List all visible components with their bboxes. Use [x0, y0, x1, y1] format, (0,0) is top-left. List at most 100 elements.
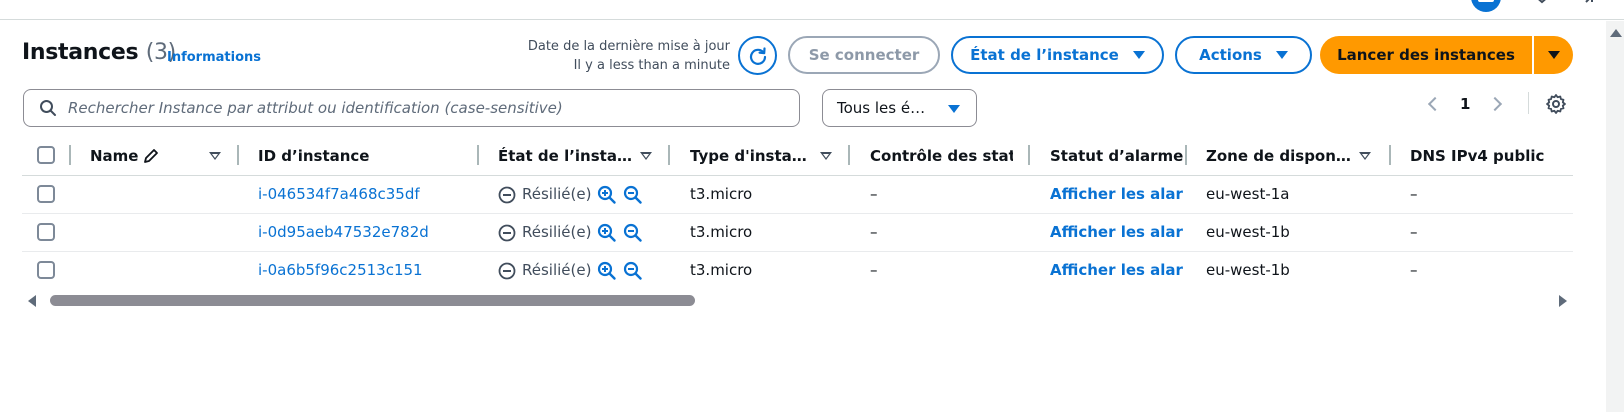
column-divider: [477, 145, 479, 165]
search-input[interactable]: [68, 99, 788, 117]
top-bar: [0, 0, 1624, 20]
title-text: Instances: [22, 40, 139, 65]
cell-type: t3.micro: [690, 223, 753, 241]
actions-button[interactable]: Actions: [1175, 36, 1312, 74]
column-divider: [1389, 145, 1391, 165]
pencil-icon: [144, 149, 158, 163]
minus-circle-icon: [498, 224, 516, 241]
notifications-icon[interactable]: [1470, 0, 1502, 16]
search-icon: [38, 98, 58, 118]
cell-state: Résilié(e): [498, 214, 668, 251]
column-divider: [848, 145, 850, 165]
settings-gear-icon[interactable]: [1545, 93, 1567, 115]
connect-label: Se connecter: [808, 46, 920, 64]
cell-dns: –: [1410, 223, 1418, 241]
last-update-value: Il y a less than a minute: [573, 58, 730, 73]
cell-type: t3.micro: [690, 185, 753, 203]
horizontal-scrollbar[interactable]: [22, 292, 1573, 308]
cell-alarm-link[interactable]: Afficher les alarm: [1050, 252, 1184, 289]
current-page[interactable]: 1: [1460, 95, 1470, 113]
state-filter-value: Tous les é…: [837, 99, 926, 117]
table-row[interactable]: i-0a6b5f96c2513c151 Résilié(e) t3.micro …: [22, 252, 1573, 290]
last-update: Date de la dernière mise à jour Il y a l…: [528, 37, 730, 75]
cell-status-check: –: [870, 261, 878, 279]
info-link[interactable]: Informations: [167, 50, 261, 65]
header-alarm-status[interactable]: Statut d’alarme: [1050, 145, 1184, 167]
zoom-out-icon[interactable]: [623, 223, 643, 243]
column-divider: [1185, 145, 1187, 165]
cell-name: [90, 176, 230, 213]
vertical-scrollbar[interactable]: [1606, 21, 1624, 412]
header-instance-id[interactable]: ID d’instance: [258, 145, 458, 167]
chevron-left-icon[interactable]: [1427, 96, 1443, 112]
row-checkbox[interactable]: [37, 223, 55, 241]
row-checkbox[interactable]: [37, 185, 55, 203]
refresh-icon: [749, 46, 766, 65]
pager-divider: [1528, 92, 1529, 114]
cell-instance-id[interactable]: i-0d95aeb47532e782d: [258, 214, 468, 251]
header-name[interactable]: Name: [90, 145, 146, 167]
cell-instance-id[interactable]: i-046534f7a468c35df: [258, 176, 468, 213]
caret-down-icon: [1547, 51, 1560, 59]
zoom-in-icon[interactable]: [597, 185, 617, 205]
cell-zone: eu-west-1b: [1206, 223, 1290, 241]
instance-state-label: État de l’instance: [970, 46, 1119, 64]
chevron-right-icon[interactable]: [1488, 96, 1503, 112]
search-box: [23, 89, 800, 127]
cell-instance-id[interactable]: i-0a6b5f96c2513c151: [258, 252, 468, 289]
state-text: Résilié(e): [522, 223, 592, 241]
refresh-button[interactable]: [738, 36, 777, 75]
sort-caret-icon[interactable]: [209, 152, 221, 160]
state-text: Résilié(e): [522, 261, 592, 279]
actions-label: Actions: [1199, 46, 1262, 64]
zoom-in-icon[interactable]: [597, 261, 617, 281]
header-availability-zone[interactable]: Zone de dispon…: [1206, 145, 1356, 167]
sort-caret-icon[interactable]: [820, 152, 832, 160]
cell-alarm-link[interactable]: Afficher les alarm: [1050, 176, 1184, 213]
launch-instances-button[interactable]: Lancer des instances: [1320, 36, 1532, 74]
column-divider: [1028, 145, 1030, 165]
scrollbar-thumb[interactable]: [50, 295, 695, 306]
sign-out-icon[interactable]: [1575, 0, 1599, 14]
table-row[interactable]: i-046534f7a468c35df Résilié(e) t3.micro …: [22, 176, 1573, 214]
header-public-dns[interactable]: DNS IPv4 public: [1410, 145, 1570, 167]
last-update-label: Date de la dernière mise à jour: [527, 39, 730, 54]
cell-name: [90, 252, 230, 289]
minus-circle-icon: [498, 262, 516, 279]
cell-name: [90, 214, 230, 251]
connect-button[interactable]: Se connecter: [788, 36, 940, 74]
cell-zone: eu-west-1b: [1206, 261, 1290, 279]
state-filter-select[interactable]: Tous les é…: [822, 89, 977, 127]
launch-dropdown-button[interactable]: [1534, 36, 1573, 74]
row-checkbox[interactable]: [37, 261, 55, 279]
cell-alarm-link[interactable]: Afficher les alarm: [1050, 214, 1184, 251]
cell-state: Résilié(e): [498, 252, 668, 289]
pagination: 1: [1427, 91, 1503, 117]
page-title: Instances (3): [22, 40, 176, 65]
header-status-check[interactable]: Contrôle des statu: [870, 145, 1013, 167]
instance-state-button[interactable]: État de l’instance: [951, 36, 1164, 74]
caret-down-icon: [1275, 51, 1288, 59]
select-all-checkbox[interactable]: [37, 146, 55, 164]
header-instance-type[interactable]: Type d'insta…: [690, 145, 820, 167]
shield-icon[interactable]: [1530, 0, 1554, 14]
cell-status-check: –: [870, 223, 878, 241]
column-divider: [668, 145, 670, 165]
table-row[interactable]: i-0d95aeb47532e782d Résilié(e) t3.micro …: [22, 214, 1573, 252]
sort-caret-icon[interactable]: [640, 152, 652, 160]
zoom-out-icon[interactable]: [623, 185, 643, 205]
scroll-right-icon[interactable]: [1559, 295, 1567, 307]
cell-status-check: –: [870, 185, 878, 203]
header-instance-state[interactable]: État de l’insta…: [498, 145, 638, 167]
scroll-left-icon[interactable]: [28, 295, 36, 307]
zoom-out-icon[interactable]: [623, 261, 643, 281]
table-header: Name ID d’instance État de l’insta… Type…: [22, 141, 1573, 176]
column-divider: [69, 145, 71, 165]
sort-caret-icon[interactable]: [1359, 152, 1371, 160]
cell-dns: –: [1410, 261, 1418, 279]
scroll-up-icon[interactable]: [1610, 29, 1622, 37]
cell-type: t3.micro: [690, 261, 753, 279]
zoom-in-icon[interactable]: [597, 223, 617, 243]
cell-dns: –: [1410, 185, 1418, 203]
cell-zone: eu-west-1a: [1206, 185, 1290, 203]
